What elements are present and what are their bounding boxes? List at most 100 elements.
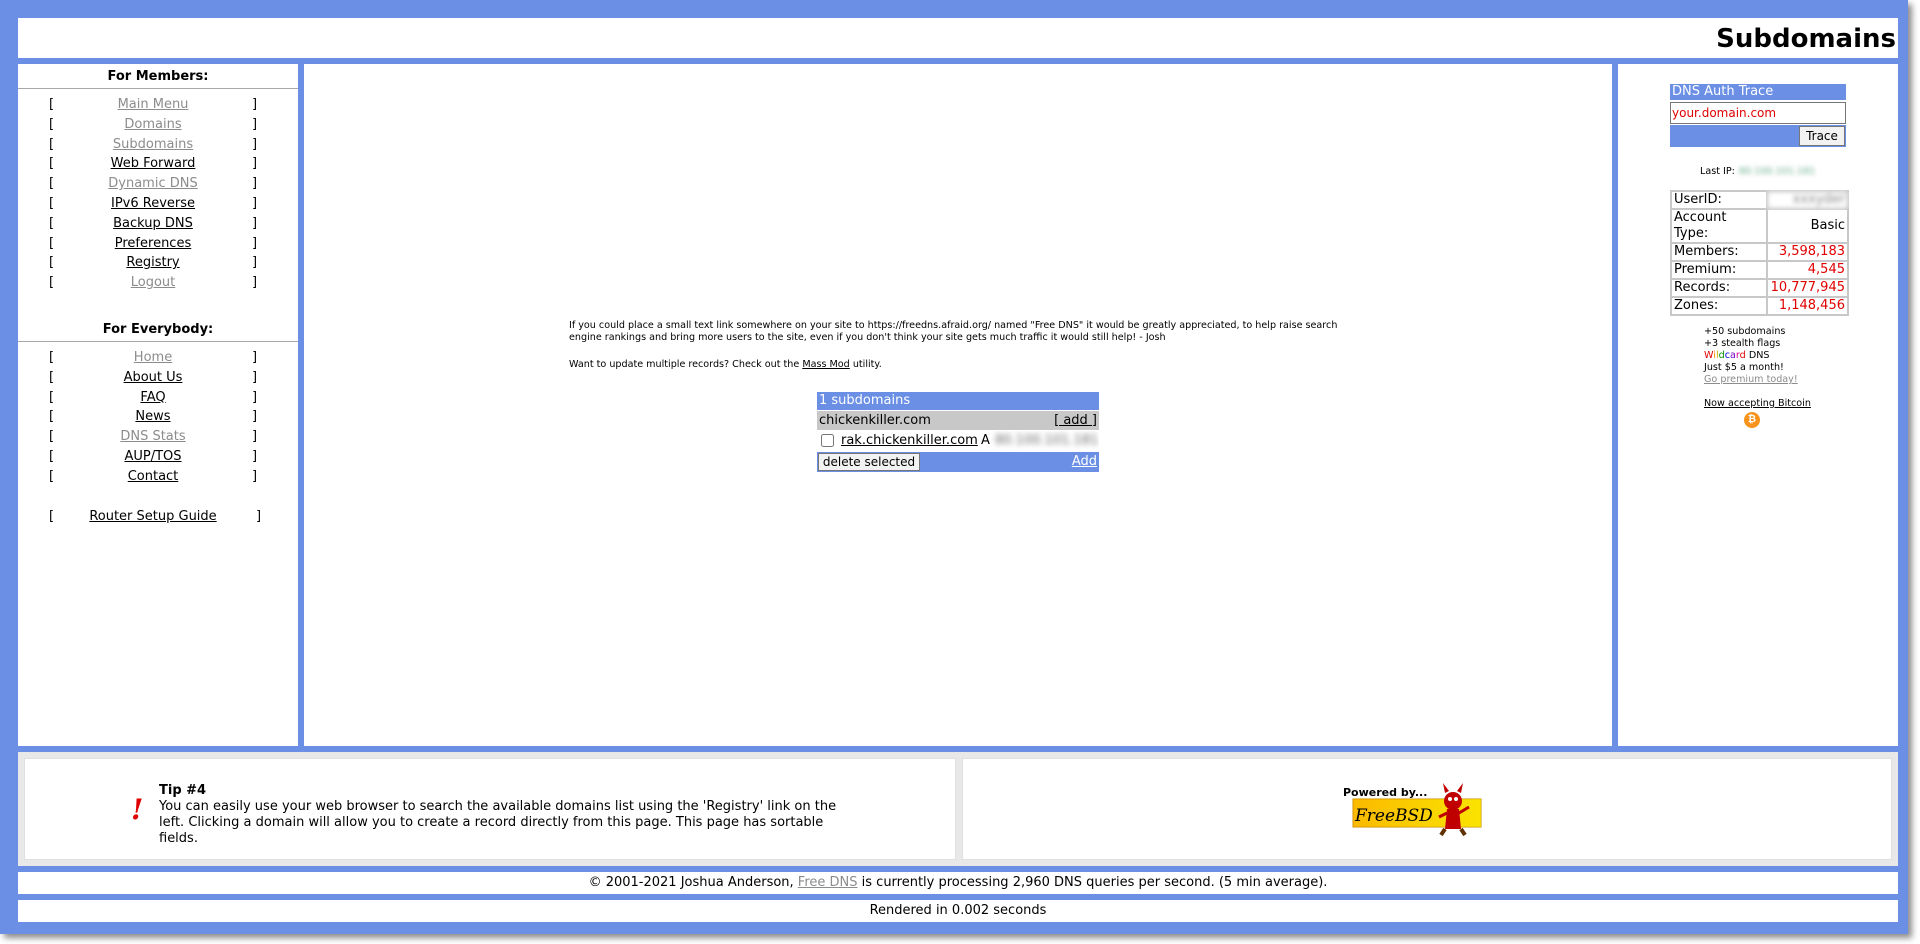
stats-row: Records: 10,777,945: [1672, 280, 1847, 296]
stat-label: Premium:: [1672, 262, 1766, 278]
nav-row-aup-tos: [AUP/TOS]: [18, 447, 298, 467]
bitcoin-link[interactable]: Now accepting Bitcoin: [1704, 398, 1811, 409]
bracket-left: [: [49, 448, 55, 464]
bracket-left: [: [49, 389, 55, 405]
stat-label: Account Type:: [1672, 210, 1766, 242]
bracket-right: ]: [252, 275, 258, 291]
nav-link-subdomains[interactable]: Subdomains: [58, 135, 248, 154]
trace-button[interactable]: Trace: [1799, 126, 1845, 146]
go-premium-link[interactable]: Go premium today!: [1704, 374, 1798, 386]
nav-link-news[interactable]: News: [58, 407, 248, 426]
bracket-left: [: [49, 176, 55, 192]
domain-name: chickenkiller.com: [819, 413, 931, 428]
everybody-heading: For Everybody:: [18, 319, 298, 342]
bracket-right: ]: [252, 468, 258, 484]
bracket-right: ]: [252, 195, 258, 211]
stat-value: 1,148,456: [1768, 298, 1847, 314]
nav-link-domains[interactable]: Domains: [58, 115, 248, 134]
stats-row: UserID: xxxyder: [1672, 192, 1847, 208]
bracket-right: ]: [252, 156, 258, 172]
everybody-nav-list: [Home][About Us][FAQ][News][DNS Stats][A…: [18, 348, 298, 487]
massmod-text: Want to update multiple records? Check o…: [569, 359, 882, 370]
nav-link-home[interactable]: Home: [58, 348, 248, 367]
trace-domain-input[interactable]: [1670, 102, 1846, 124]
copyright-suffix: is currently processing 2,960 DNS querie…: [857, 875, 1328, 890]
free-dns-link[interactable]: Free DNS: [798, 875, 858, 890]
bracket-left: [: [49, 369, 55, 385]
bracket-left: [: [49, 409, 55, 425]
wildcard-suffix: DNS: [1745, 350, 1770, 361]
bracket-right: ]: [252, 136, 258, 152]
stat-value: Basic: [1768, 210, 1847, 242]
nav-row-faq: [FAQ]: [18, 388, 298, 408]
main-content: If you could place a small text link som…: [304, 64, 1612, 746]
account-stats-table: UserID: xxxyder Account Type: Basic Members:…: [1670, 190, 1849, 316]
stat-value: 4,545: [1768, 262, 1847, 278]
bracket-right: ]: [252, 215, 258, 231]
nav-link-router-setup-guide[interactable]: Router Setup Guide: [58, 507, 248, 526]
nav-link-preferences[interactable]: Preferences: [58, 234, 248, 253]
nav-link-about-us[interactable]: About Us: [58, 368, 248, 387]
nav-link-contact[interactable]: Contact: [58, 467, 248, 486]
massmod-prefix: Want to update multiple records? Check o…: [569, 359, 803, 370]
nav-row-ipv6-reverse: [IPv6 Reverse]: [18, 194, 298, 214]
nav-row-contact: [Contact]: [18, 467, 298, 487]
nav-link-aup-tos[interactable]: AUP/TOS: [58, 447, 248, 466]
wildcard-letter: W: [1704, 350, 1714, 361]
left-nav: For Members: [Main Menu][Domains][Subdom…: [18, 64, 298, 746]
bracket-right: ]: [256, 508, 262, 524]
bracket-right: ]: [252, 369, 258, 385]
link-request-text: If you could place a small text link som…: [569, 320, 1338, 343]
stats-row: Zones: 1,148,456: [1672, 298, 1847, 314]
bracket-left: [: [49, 429, 55, 445]
nav-link-logout[interactable]: Logout: [58, 273, 248, 292]
bracket-left: [: [49, 349, 55, 365]
nav-row-dynamic-dns: [Dynamic DNS]: [18, 174, 298, 194]
promo-price: Just $5 a month!: [1704, 362, 1784, 373]
table-row: rak.chickenkiller.com A 80.100.101.181: [817, 431, 1099, 451]
exclamation-icon: !: [131, 793, 144, 826]
nav-link-faq[interactable]: FAQ: [58, 388, 248, 407]
last-ip-label: Last IP:: [1700, 166, 1735, 177]
nav-link-dns-stats[interactable]: DNS Stats: [58, 427, 248, 446]
mass-mod-link[interactable]: Mass Mod: [802, 359, 849, 370]
bracket-right: ]: [252, 255, 258, 271]
freebsd-logo[interactable]: Powered by... FreeBSD: [1343, 777, 1483, 839]
record-checkbox[interactable]: [821, 434, 834, 447]
nav-link-ipv6-reverse[interactable]: IPv6 Reverse: [58, 194, 248, 213]
powered-by-text: Powered by...: [1343, 786, 1427, 799]
add-subdomain-link[interactable]: [ add ]: [1054, 411, 1097, 430]
bracket-right: ]: [252, 429, 258, 445]
freebsd-text: FreeBSD: [1354, 806, 1433, 826]
members-nav-list: [Main Menu][Domains][Subdomains][Web For…: [18, 95, 298, 293]
trace-heading: DNS Auth Trace: [1670, 84, 1846, 100]
nav-link-web-forward[interactable]: Web Forward: [58, 154, 248, 173]
bracket-left: [: [49, 215, 55, 231]
bracket-left: [: [49, 195, 55, 211]
wildcard-word: Wildcard: [1704, 350, 1746, 361]
nav-link-registry[interactable]: Registry: [58, 253, 248, 272]
delete-selected-button[interactable]: delete selected: [818, 453, 920, 471]
nav-row-backup-dns: [Backup DNS]: [18, 214, 298, 234]
stat-value: xxxyder: [1768, 192, 1847, 208]
nav-row-registry: [Registry]: [18, 253, 298, 273]
stats-row: Account Type: Basic: [1672, 210, 1847, 242]
trace-button-row: Trace: [1670, 125, 1846, 147]
stat-value: 3,598,183: [1768, 244, 1847, 260]
bracket-right: ]: [252, 389, 258, 405]
record-name-link[interactable]: rak.chickenkiller.com: [841, 431, 978, 451]
add-link[interactable]: Add: [1072, 454, 1097, 469]
subdomain-actions-bar: delete selected Add: [817, 452, 1099, 472]
tip-row: ! Tip #4 You can easily use your web bro…: [18, 752, 1898, 866]
nav-link-backup-dns[interactable]: Backup DNS: [58, 214, 248, 233]
record-value: 80.100.101.181: [995, 433, 1099, 448]
bracket-left: [: [49, 468, 55, 484]
nav-link-dynamic-dns[interactable]: Dynamic DNS: [58, 174, 248, 193]
nav-row-dns-stats: [DNS Stats]: [18, 427, 298, 447]
bracket-right: ]: [252, 409, 258, 425]
nav-row-web-forward: [Web Forward]: [18, 154, 298, 174]
bracket-left: [: [49, 136, 55, 152]
stat-value: 10,777,945: [1768, 280, 1847, 296]
nav-link-main-menu[interactable]: Main Menu: [58, 95, 248, 114]
